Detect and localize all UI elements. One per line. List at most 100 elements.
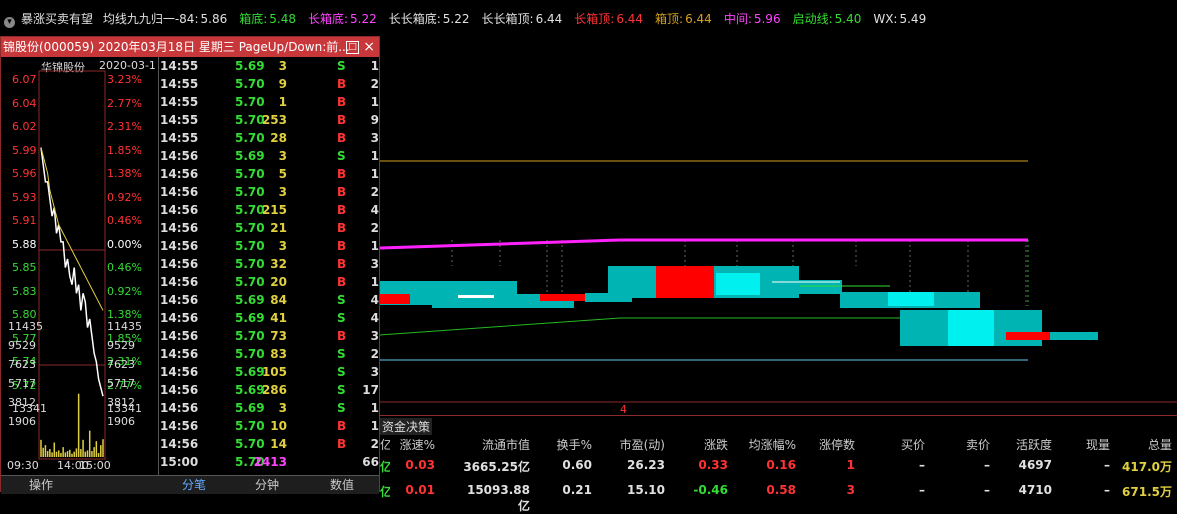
indicator-value: 5.40 — [834, 12, 862, 26]
trade-time: 14:56 — [160, 149, 199, 163]
price-tick-label: 5.85 — [12, 261, 37, 274]
trade-row[interactable]: 14:56 5.70 21 B 2 — [159, 219, 380, 237]
trade-volume: 5 — [278, 167, 287, 181]
pct-tick-label: 1.38% — [107, 167, 142, 180]
indicator-item: 长长箱底: 5.22 — [389, 12, 476, 26]
time-axis-label: 09:30 — [7, 459, 39, 472]
trade-row[interactable]: 14:56 5.69 41 S 4 — [159, 309, 380, 327]
table-cell: – — [984, 458, 990, 472]
table-cell: 15093.88亿 — [466, 483, 530, 513]
window-titlebar[interactable]: 锦股份(000059) 2020年03月18日 星期三 PageUp/Down:… — [1, 37, 379, 57]
column-header[interactable]: 活跃度 — [1002, 436, 1052, 453]
trade-time: 14:55 — [160, 77, 199, 91]
chevron-down-icon[interactable]: ▾ — [4, 17, 15, 28]
indicator-label: WX: — [873, 12, 898, 26]
trade-volume: 105 — [261, 365, 287, 379]
indicator-value: 5.22 — [442, 12, 470, 26]
trade-time: 14:56 — [160, 293, 199, 307]
trade-row[interactable]: 14:56 5.70 215 B 4 — [159, 201, 380, 219]
tab-minute[interactable]: 分钟 — [229, 476, 305, 494]
column-header[interactable]: 流通市值 — [480, 436, 530, 453]
column-header[interactable]: 总量 — [1122, 436, 1172, 453]
trade-row[interactable]: 14:56 5.70 73 B 3 — [159, 327, 380, 345]
trade-row[interactable]: 14:56 5.69 105 S 3 — [159, 363, 380, 381]
trade-time: 14:55 — [160, 59, 199, 73]
trade-count: 17 — [362, 383, 379, 397]
trade-row[interactable]: 14:56 5.69 84 S 4 — [159, 291, 380, 309]
tab-operation[interactable]: 操作 — [1, 476, 81, 494]
trade-row[interactable]: 14:56 5.69 286 S 17 — [159, 381, 380, 399]
fund-decision-tab[interactable]: 资金决策 — [380, 418, 433, 435]
indicator-value: 6.44 — [535, 12, 563, 26]
trade-count: 1 — [370, 95, 379, 109]
trade-time: 14:56 — [160, 239, 199, 253]
trade-count: 4 — [370, 311, 379, 325]
trade-count: 2 — [370, 437, 379, 451]
middle-line — [380, 238, 1028, 250]
tab-ticks[interactable]: 分笔 — [159, 476, 229, 494]
pct-tick-label: 1.85% — [107, 143, 142, 157]
trade-row[interactable]: 14:55 5.70 9 B 2 — [159, 75, 380, 93]
volume-tick-label: 11435 — [8, 320, 43, 333]
trade-row[interactable]: 15:00 5.70 2413 66 — [159, 453, 380, 471]
trade-row[interactable]: 14:56 5.70 20 B 1 — [159, 273, 380, 291]
trade-row[interactable]: 14:55 5.69 3 S 1 — [159, 57, 380, 75]
volume-tick-label: 1906 — [107, 415, 135, 428]
trade-row[interactable]: 14:56 5.70 10 B 1 — [159, 417, 380, 435]
price-tick-label: 6.07 — [12, 73, 37, 86]
trade-row[interactable]: 14:56 5.70 14 B 2 — [159, 435, 380, 453]
price-tick-label: 5.96 — [12, 167, 37, 180]
trade-row[interactable]: 14:56 5.69 3 S 1 — [159, 399, 380, 417]
time-axis-label: 15:00 — [79, 459, 111, 472]
trade-count: 4 — [370, 203, 379, 217]
fund-decision-panel: 资金决策 亿涨速% 流通市值 换手% 市盈(动) 涨跌 均涨幅% 涨停数 买价 卖价 活跃度 现量总… — [380, 415, 1177, 513]
trade-row[interactable]: 14:56 5.70 5 B 1 — [159, 165, 380, 183]
trade-time: 14:56 — [160, 437, 199, 451]
trade-time: 14:56 — [160, 401, 199, 415]
price-tick-label: 6.02 — [12, 120, 37, 133]
trade-count: 2 — [370, 77, 379, 91]
trade-row[interactable]: 14:55 5.70 1 B 1 — [159, 93, 380, 111]
column-header[interactable]: 买价 — [875, 436, 925, 453]
trade-count: 1 — [370, 149, 379, 163]
trade-count: 1 — [370, 275, 379, 289]
column-header[interactable]: 现量 — [1060, 436, 1110, 453]
trade-row[interactable]: 14:56 5.70 83 S 2 — [159, 345, 380, 363]
mini-frame — [38, 70, 106, 460]
trade-row[interactable]: 14:56 5.69 3 S 1 — [159, 147, 380, 165]
trade-time: 14:56 — [160, 365, 199, 379]
mini-average-line — [40, 147, 104, 311]
pct-tick-label: 2.77% — [107, 96, 142, 110]
indicator-value: 6.44 — [616, 12, 644, 26]
trade-row[interactable]: 14:56 5.70 3 B 1 — [159, 237, 380, 255]
trade-time: 14:56 — [160, 257, 199, 271]
table-cell: – — [1104, 458, 1110, 472]
column-header[interactable]: 涨速% — [385, 436, 435, 453]
table-cell: 26.23 — [627, 458, 665, 472]
trade-volume: 2413 — [253, 455, 287, 469]
table-cell: 0.60 — [562, 458, 592, 472]
trade-volume: 41 — [270, 311, 287, 325]
trade-ticks-list[interactable]: 14:55 5.69 3 S 1 14:55 5.70 9 B 2 14:55 5.70 1 B 1 14:5… — [158, 57, 380, 475]
column-header[interactable]: 卖价 — [940, 436, 990, 453]
indicator-label: 箱顶: — [655, 12, 684, 26]
column-header[interactable]: 市盈(动) — [615, 436, 665, 453]
column-header[interactable]: 涨停数 — [805, 436, 855, 453]
trade-row[interactable]: 14:55 5.70 253 B 9 — [159, 111, 380, 129]
column-header[interactable]: 涨跌 — [678, 436, 728, 453]
volume-tick-label: 9529 — [8, 339, 36, 352]
trade-count: 1 — [370, 59, 379, 73]
column-header[interactable]: 换手% — [542, 436, 592, 453]
close-icon[interactable]: × — [363, 38, 375, 56]
volume-tick-label: 3812 — [8, 396, 36, 409]
trade-row[interactable]: 14:55 5.70 28 B 3 — [159, 129, 380, 147]
restore-icon[interactable]: □ — [346, 41, 359, 54]
trade-row[interactable]: 14:56 5.70 3 B 2 — [159, 183, 380, 201]
trade-volume: 3 — [278, 149, 287, 163]
main-kline-chart[interactable]: 4 — [380, 36, 1177, 416]
trade-row[interactable]: 14:56 5.70 32 B 3 — [159, 255, 380, 273]
trade-volume: 73 — [270, 329, 287, 343]
trade-time: 14:56 — [160, 203, 199, 217]
column-header[interactable]: 均涨幅% — [746, 436, 796, 453]
trade-count: 2 — [370, 185, 379, 199]
